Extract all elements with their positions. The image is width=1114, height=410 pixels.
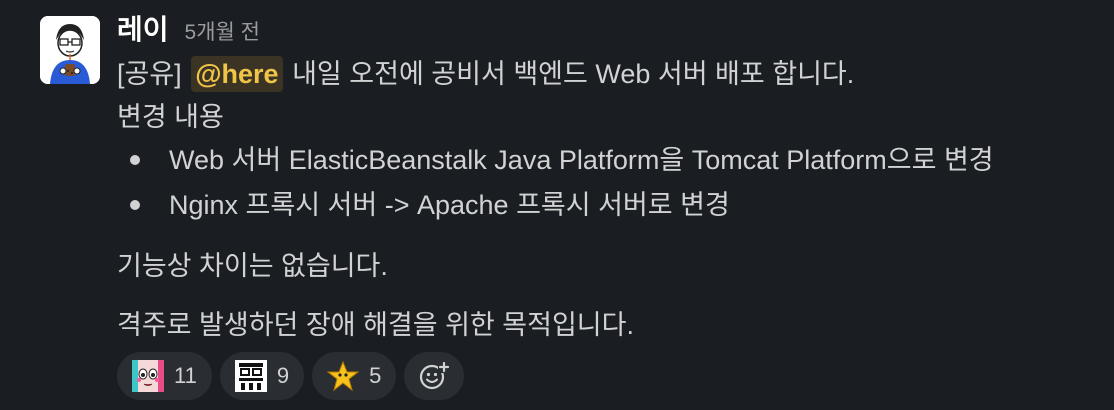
face-emoji-icon xyxy=(132,360,164,392)
bullet-text: Nginx 프록시 서버 -> Apache 프록시 서버로 변경 xyxy=(169,190,730,220)
message-line-1: [공유] @here 내일 오전에 공비서 백엔드 Web 서버 배포 합니다. xyxy=(117,56,854,92)
reaction-text-sticker[interactable]: 9 xyxy=(219,352,305,400)
bullet-text: Web 서버 ElasticBeanstalk Java Platform을 T… xyxy=(169,145,994,175)
message-line-4: 격주로 발생하던 장애 해결을 위한 목적입니다. xyxy=(117,310,634,340)
add-reaction-icon xyxy=(418,360,451,392)
timestamp[interactable]: 5개월 전 xyxy=(185,15,260,51)
add-reaction-button[interactable] xyxy=(404,352,465,400)
mention-here[interactable]: @here xyxy=(191,56,283,92)
bullet-icon xyxy=(130,154,140,165)
share-tag: [공유] xyxy=(117,59,182,89)
sender-name[interactable]: 레이 xyxy=(117,12,169,48)
message-line-2: 변경 내용 xyxy=(117,102,224,132)
reaction-count: 5 xyxy=(369,363,382,388)
bullet-item: Nginx 프록시 서버 -> Apache 프록시 서버로 변경 xyxy=(130,187,730,223)
reaction-face[interactable]: 11 xyxy=(117,352,212,400)
avatar[interactable] xyxy=(40,16,100,84)
text-sticker-emoji-icon xyxy=(234,360,267,392)
message-text-1: 내일 오전에 공비서 백엔드 Web 서버 배포 합니다. xyxy=(292,59,855,89)
bullet-icon xyxy=(130,199,140,210)
bullet-item: Web 서버 ElasticBeanstalk Java Platform을 T… xyxy=(130,142,994,178)
message: 레이 5개월 전 [공유] @here 내일 오전에 공비서 백엔드 Web 서… xyxy=(0,0,1114,410)
reactions-bar: 11 9 5 xyxy=(117,352,465,400)
star-emoji-icon xyxy=(326,360,360,392)
message-line-3: 기능상 차이는 없습니다. xyxy=(117,251,388,281)
message-header: 레이 5개월 전 xyxy=(117,12,260,48)
reaction-count: 9 xyxy=(276,363,290,388)
reaction-count: 11 xyxy=(174,363,197,388)
reaction-star[interactable]: 5 xyxy=(312,352,397,400)
